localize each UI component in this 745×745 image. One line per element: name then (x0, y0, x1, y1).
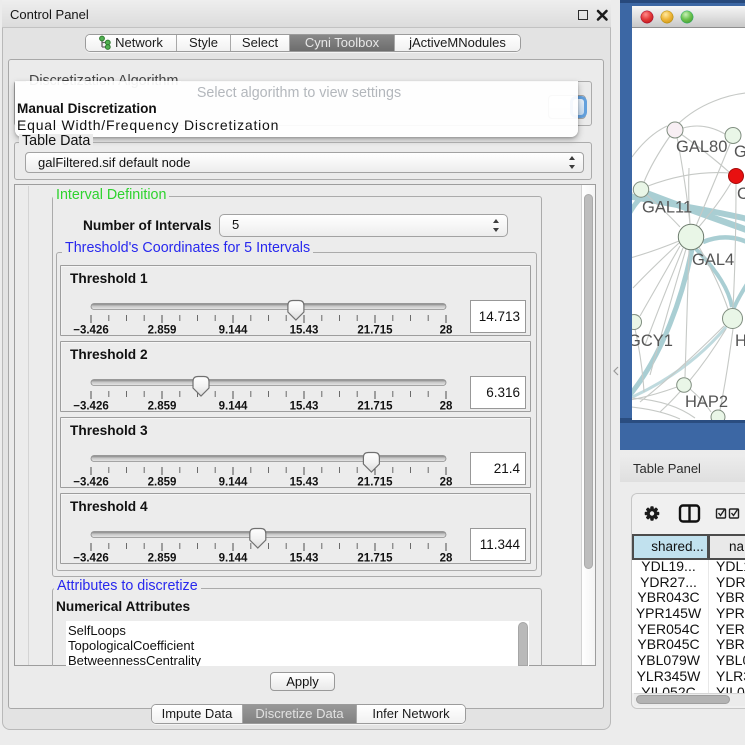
svg-text:15.43: 15.43 (290, 401, 319, 413)
svg-text:15.43: 15.43 (290, 325, 319, 337)
svg-text:GAL4: GAL4 (692, 251, 734, 269)
svg-text:HAP2: HAP2 (685, 393, 728, 411)
svg-text:21.715: 21.715 (357, 325, 393, 337)
svg-text:2.859: 2.859 (148, 477, 177, 489)
svg-text:2.859: 2.859 (148, 401, 177, 413)
svg-text:21.715: 21.715 (357, 553, 393, 565)
svg-text:HI: HI (735, 332, 745, 350)
svg-text:GAL80: GAL80 (676, 138, 727, 156)
svg-text:9.144: 9.144 (219, 401, 248, 413)
svg-text:15.43: 15.43 (290, 553, 319, 565)
svg-text:−3.426: −3.426 (73, 553, 109, 565)
svg-text:9.144: 9.144 (219, 477, 248, 489)
svg-text:GCY1: GCY1 (632, 332, 673, 350)
svg-text:9.144: 9.144 (219, 553, 248, 565)
svg-text:CY: CY (737, 185, 745, 203)
svg-text:GAL11: GAL11 (642, 199, 692, 217)
svg-text:28: 28 (440, 401, 453, 413)
svg-text:2.859: 2.859 (148, 553, 177, 565)
svg-text:28: 28 (440, 325, 453, 337)
svg-text:28: 28 (440, 553, 453, 565)
svg-text:GAL: GAL (734, 143, 745, 161)
svg-text:−3.426: −3.426 (73, 401, 109, 413)
svg-text:28: 28 (440, 477, 453, 489)
svg-text:15.43: 15.43 (290, 477, 319, 489)
svg-text:−3.426: −3.426 (73, 477, 109, 489)
svg-text:2.859: 2.859 (148, 325, 177, 337)
svg-text:21.715: 21.715 (357, 401, 393, 413)
svg-text:21.715: 21.715 (357, 477, 393, 489)
svg-text:−3.426: −3.426 (73, 325, 109, 337)
svg-text:9.144: 9.144 (219, 325, 248, 337)
